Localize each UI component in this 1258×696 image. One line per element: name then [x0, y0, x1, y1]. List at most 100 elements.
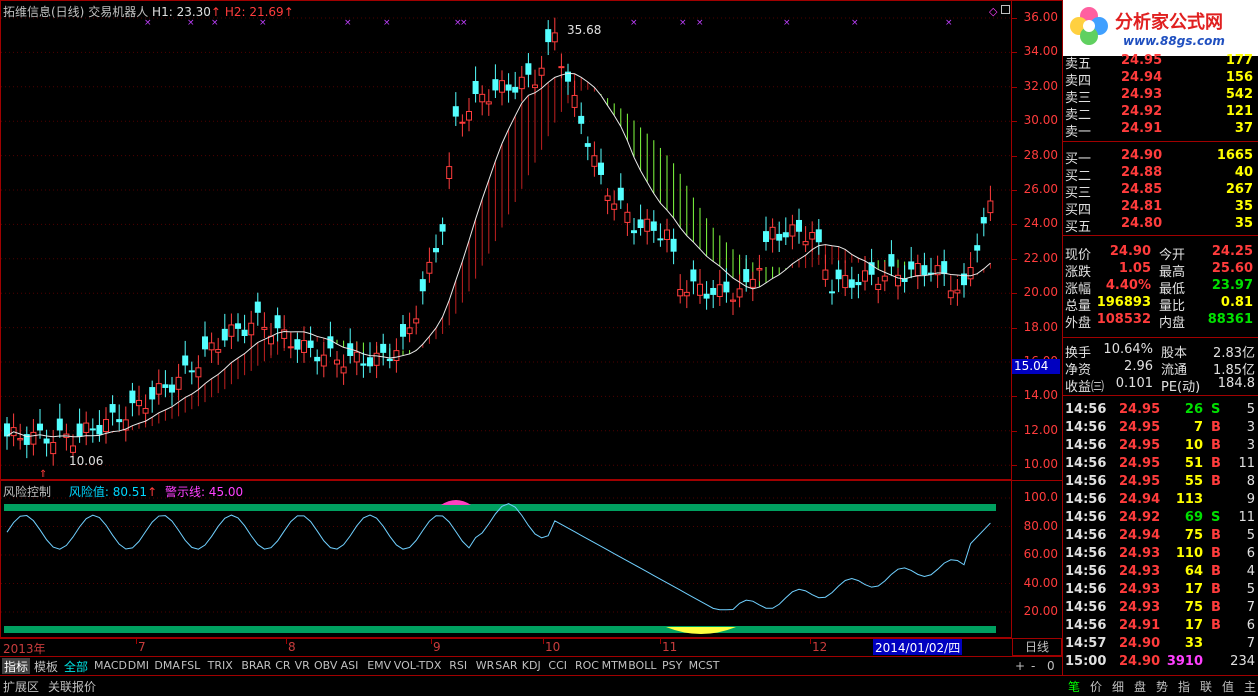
candle-body: [439, 224, 446, 232]
tick-volume: 7: [1193, 420, 1203, 435]
tab-obv[interactable]: OBV: [312, 659, 339, 675]
sell-price: 24.94: [1121, 70, 1163, 85]
sell-row: 卖二 24.92 121: [1063, 104, 1258, 123]
tab-cr[interactable]: CR: [273, 659, 292, 675]
panel-tab-0[interactable]: 笔: [1068, 678, 1080, 695]
tab-roc[interactable]: ROC: [573, 659, 601, 675]
panel-tab-5[interactable]: 指: [1178, 678, 1190, 695]
price-tick-mark: [1012, 155, 1017, 157]
tab-指标[interactable]: 指标: [2, 658, 31, 674]
panel-tab-4[interactable]: 势: [1156, 678, 1168, 695]
tab-extend-area[interactable]: 扩展区: [3, 678, 39, 695]
panel-tab-8[interactable]: 主: [1244, 678, 1256, 695]
candle-body: [697, 283, 703, 296]
tick-time: 14:56: [1065, 474, 1107, 489]
tick-price: 24.93: [1119, 546, 1161, 561]
tick-volume: 33: [1184, 636, 1203, 651]
sell-row: 卖三 24.93 542: [1063, 87, 1258, 106]
diamond-icon[interactable]: ◇: [989, 5, 997, 18]
tick-price: 24.95: [1119, 474, 1161, 489]
candle-body: [624, 211, 631, 223]
tab-ctrl-0[interactable]: +: [1015, 659, 1025, 673]
tab-boll[interactable]: BOLL: [626, 659, 658, 675]
tab-related-quote[interactable]: 关联报价: [48, 678, 96, 695]
tick-volume: 75: [1184, 528, 1203, 543]
candle-body: [716, 284, 723, 298]
candle-body: [241, 329, 248, 336]
tab-brar[interactable]: BRAR: [239, 659, 273, 675]
sell-volume: 37: [1234, 121, 1253, 136]
price-tick: 14.00: [1023, 388, 1058, 403]
tab-emv[interactable]: EMV: [365, 659, 393, 675]
candle-body: [855, 281, 862, 286]
candle-body: [89, 428, 96, 431]
candle-body: [518, 76, 525, 90]
buy-volume: 1665: [1216, 148, 1253, 163]
tab-全部[interactable]: 全部: [62, 658, 90, 674]
price-tick: 24.00: [1023, 216, 1058, 231]
candle-body: [261, 326, 268, 330]
sell-volume: 542: [1225, 87, 1253, 102]
tick-price: 24.93: [1119, 600, 1161, 615]
tab-macd[interactable]: MACD: [92, 659, 129, 675]
window-box-icon[interactable]: [1001, 5, 1010, 14]
candle-body: [617, 187, 624, 201]
buy-row: 买一 24.90 1665: [1063, 148, 1258, 167]
tick-price: 24.91: [1119, 618, 1161, 633]
candle-body: [452, 106, 459, 117]
tab-dmi[interactable]: DMI: [126, 659, 151, 675]
panel-tab-3[interactable]: 盘: [1134, 678, 1146, 695]
risk-tick: 40.00: [1023, 575, 1058, 590]
period-label[interactable]: 日线: [1012, 638, 1062, 656]
price-tick: 26.00: [1023, 182, 1058, 196]
time-label: 9: [433, 640, 441, 654]
panel-tab-6[interactable]: 联: [1200, 678, 1212, 695]
main-chart[interactable]: 拓维信息(日线) 交易机器人 H1: 23.30↑ H2: 21.69↑ × × ×…: [0, 0, 1012, 480]
signal-x-mark: ×: [783, 18, 791, 28]
candle-body: [83, 422, 90, 433]
tab-mcst[interactable]: MCST: [687, 659, 722, 675]
candle-body: [769, 226, 776, 240]
candle-body: [56, 418, 63, 431]
price-tick: 18.00: [1023, 319, 1058, 334]
tab-asi[interactable]: ASI: [339, 659, 361, 675]
tab-模板[interactable]: 模板: [32, 658, 60, 674]
tab-mtm[interactable]: MTM: [600, 659, 630, 675]
tab-fsl[interactable]: FSL: [179, 659, 202, 675]
tab-psy[interactable]: PSY: [660, 659, 684, 675]
tick-time: 14:56: [1065, 492, 1107, 507]
tick-side: S: [1211, 510, 1221, 525]
panel-tab-2[interactable]: 细: [1112, 678, 1124, 695]
tick-count: 9: [1246, 492, 1255, 507]
panel-tab-1[interactable]: 价: [1090, 678, 1102, 695]
candle-body: [815, 229, 822, 243]
candle-body: [683, 291, 690, 297]
tab-kdj[interactable]: KDJ: [520, 659, 543, 675]
tick-price: 24.95: [1119, 456, 1161, 471]
risk-chart[interactable]: 风险控制 风险值: 80.51↑ 警示线: 45.00: [0, 480, 1012, 638]
sell-row: 卖四 24.94 156: [1063, 70, 1258, 89]
risk-tick: 60.00: [1023, 547, 1058, 561]
candle-body: [367, 357, 373, 367]
tab-trix[interactable]: TRIX: [206, 659, 235, 675]
tab-ctrl-1[interactable]: -: [1031, 659, 1035, 673]
tick-side: B: [1211, 582, 1221, 597]
tab-sar[interactable]: SAR: [493, 659, 519, 675]
tab-vol-tdx[interactable]: VOL-TDX: [392, 659, 444, 675]
candle-body: [802, 241, 809, 246]
tab-ctrl-2[interactable]: 0: [1047, 659, 1055, 673]
signal-x-mark: ×: [460, 18, 468, 28]
tab-cci[interactable]: CCI: [546, 659, 569, 675]
price-tick: 30.00: [1023, 113, 1058, 128]
candle-body: [862, 270, 868, 282]
candle-body: [558, 66, 565, 69]
tab-vr[interactable]: VR: [293, 659, 312, 675]
tab-rsi[interactable]: RSI: [447, 659, 469, 675]
tab-dma[interactable]: DMA: [152, 659, 182, 675]
panel-tab-7[interactable]: 值: [1222, 678, 1234, 695]
candle-body: [505, 84, 512, 91]
tick-row: 14:56 24.95 7 B 3: [1063, 420, 1258, 437]
tick-count: 6: [1246, 618, 1255, 633]
signal-x-mark: ×: [187, 18, 195, 28]
buy-signal-mark: ⇑: [39, 469, 47, 480]
